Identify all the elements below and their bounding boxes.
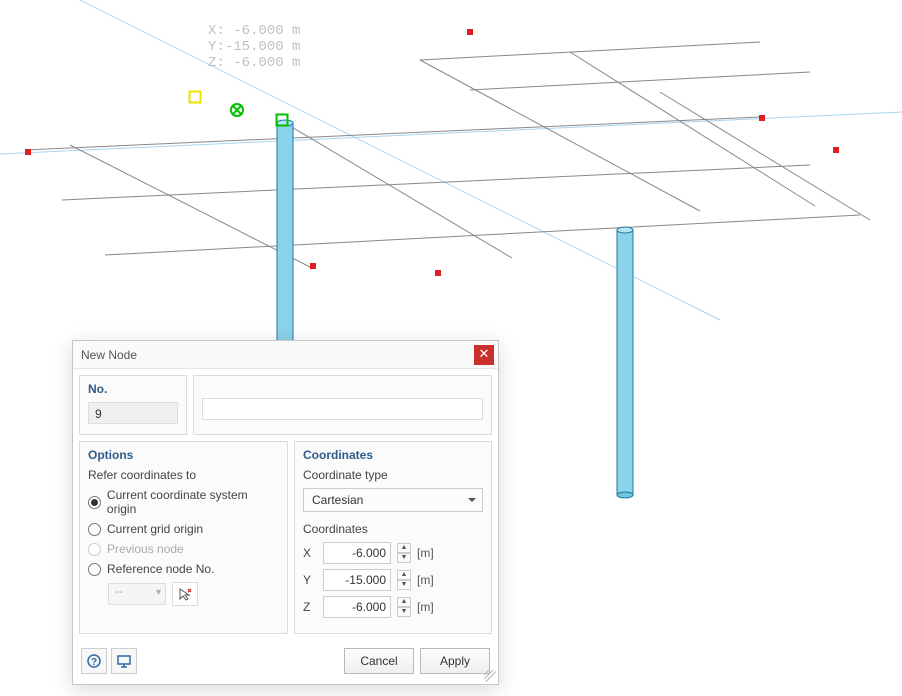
node-description-input[interactable] <box>202 398 483 420</box>
node-marker <box>759 115 765 121</box>
unit-label: [m] <box>417 573 434 587</box>
radio-icon <box>88 523 101 536</box>
resize-grip[interactable] <box>484 670 496 682</box>
dialog-titlebar[interactable]: New Node ✕ <box>73 341 498 369</box>
coord-label: Y <box>303 573 317 587</box>
node-marker <box>467 29 473 35</box>
help-button[interactable]: ? <box>81 648 107 674</box>
coord-row-y: Y -15.000 ▲▼ [m] <box>303 569 483 591</box>
dialog-footer: ? Cancel Apply <box>73 640 498 684</box>
options-panel: Options Refer coordinates to Current coo… <box>79 441 288 634</box>
radio-icon <box>88 543 101 556</box>
monitor-icon <box>116 654 132 668</box>
node-number-panel: No. 9 <box>79 375 187 435</box>
unit-label: [m] <box>417 546 434 560</box>
node-marker <box>310 263 316 269</box>
cancel-button[interactable]: Cancel <box>344 648 414 674</box>
coordinates-title: Coordinates <box>303 448 483 462</box>
pick-node-button[interactable] <box>172 582 198 606</box>
node-number-input[interactable]: 9 <box>88 402 178 424</box>
coord-z-input[interactable]: -6.000 <box>323 596 391 618</box>
dialog-title: New Node <box>81 348 137 362</box>
svg-text:?: ? <box>91 657 97 668</box>
reference-node-select: -- <box>108 583 166 605</box>
refer-label: Refer coordinates to <box>88 468 279 482</box>
new-node-dialog: New Node ✕ No. 9 Options Refer coord <box>72 340 499 685</box>
node-description-panel <box>193 375 492 435</box>
radio-icon <box>88 496 101 509</box>
coord-row-x: X -6.000 ▲▼ [m] <box>303 542 483 564</box>
coord-x-input[interactable]: -6.000 <box>323 542 391 564</box>
radio-previous-node: Previous node <box>88 542 279 556</box>
coords-list-label: Coordinates <box>303 522 483 536</box>
coord-readout-x: X: -6.000 m <box>208 23 300 39</box>
close-button[interactable]: ✕ <box>474 345 494 365</box>
radio-current-system[interactable]: Current coordinate system origin <box>88 488 279 516</box>
coordinate-type-select[interactable]: Cartesian <box>303 488 483 512</box>
marker-green-box <box>276 114 289 127</box>
coord-row-z: Z -6.000 ▲▼ [m] <box>303 596 483 618</box>
coord-label: Z <box>303 600 317 614</box>
node-marker <box>435 270 441 276</box>
close-icon: ✕ <box>479 346 490 361</box>
coord-y-input[interactable]: -15.000 <box>323 569 391 591</box>
radio-current-grid[interactable]: Current grid origin <box>88 522 279 536</box>
coord-x-spinner[interactable]: ▲▼ <box>397 543 411 563</box>
unit-label: [m] <box>417 600 434 614</box>
coord-y-spinner[interactable]: ▲▼ <box>397 570 411 590</box>
view-tool-button[interactable] <box>111 648 137 674</box>
coordinates-panel: Coordinates Coordinate type Cartesian Co… <box>294 441 492 634</box>
coord-readout-z: Z: -6.000 m <box>208 55 300 71</box>
node-marker <box>833 147 839 153</box>
coord-readout-y: Y:-15.000 m <box>208 39 300 55</box>
help-icon: ? <box>87 654 101 668</box>
radio-reference-node[interactable]: Reference node No. <box>88 562 279 576</box>
coord-label: X <box>303 546 317 560</box>
apply-button[interactable]: Apply <box>420 648 490 674</box>
node-marker <box>25 149 31 155</box>
options-title: Options <box>88 448 279 462</box>
marker-green-cross <box>230 103 244 117</box>
pick-arrow-icon <box>178 587 192 601</box>
coord-type-label: Coordinate type <box>303 468 483 482</box>
radio-icon <box>88 563 101 576</box>
panel-title-no: No. <box>88 382 178 396</box>
coord-z-spinner[interactable]: ▲▼ <box>397 597 411 617</box>
marker-yellow <box>189 91 202 104</box>
